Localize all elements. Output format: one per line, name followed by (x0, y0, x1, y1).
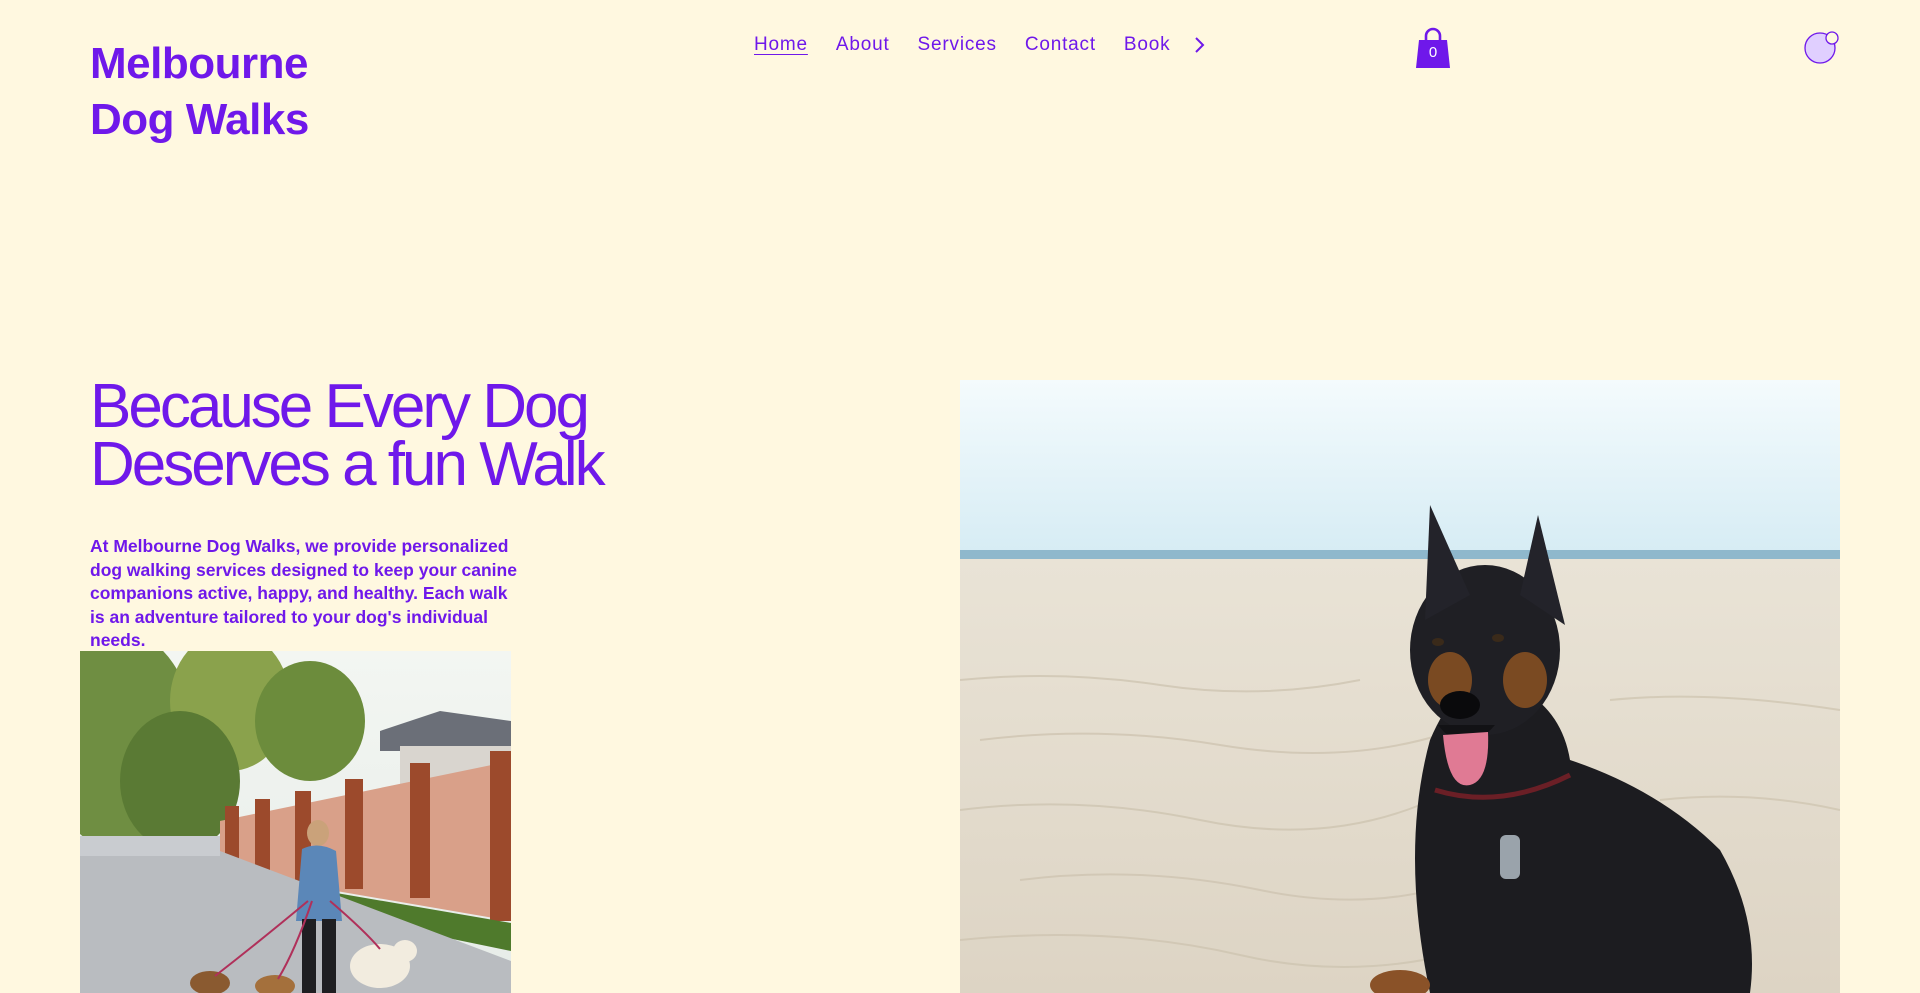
site-logo[interactable]: Melbourne Dog Walks (90, 36, 309, 148)
hero-description: At Melbourne Dog Walks, we provide perso… (90, 536, 517, 650)
nav-item-services[interactable]: Services (918, 34, 997, 56)
hero-title: Because Every Dog Deserves a fun Walk (90, 372, 606, 499)
beach-dog-photo (960, 380, 1840, 993)
nav-item-book[interactable]: Book (1124, 34, 1171, 56)
logo-line-2: Dog Walks (90, 95, 309, 144)
main-nav: Home About Services Contact Book (754, 34, 1206, 56)
chevron-right-icon[interactable] (1192, 35, 1206, 55)
hero-title-line-1: Because Every Dog (90, 372, 590, 441)
account-button[interactable] (1802, 30, 1842, 70)
cart-count: 0 (1428, 44, 1438, 61)
cart-button[interactable]: 0 (1415, 26, 1451, 70)
nav-item-contact[interactable]: Contact (1025, 34, 1096, 56)
nav-item-home[interactable]: Home (754, 34, 808, 56)
hero-title-line-2: Deserves a fun Walk (90, 430, 606, 499)
nav-item-about[interactable]: About (836, 34, 890, 56)
dog-walker-photo (80, 651, 511, 993)
avatar-icon (1802, 30, 1842, 70)
logo-line-1: Melbourne (90, 39, 308, 88)
